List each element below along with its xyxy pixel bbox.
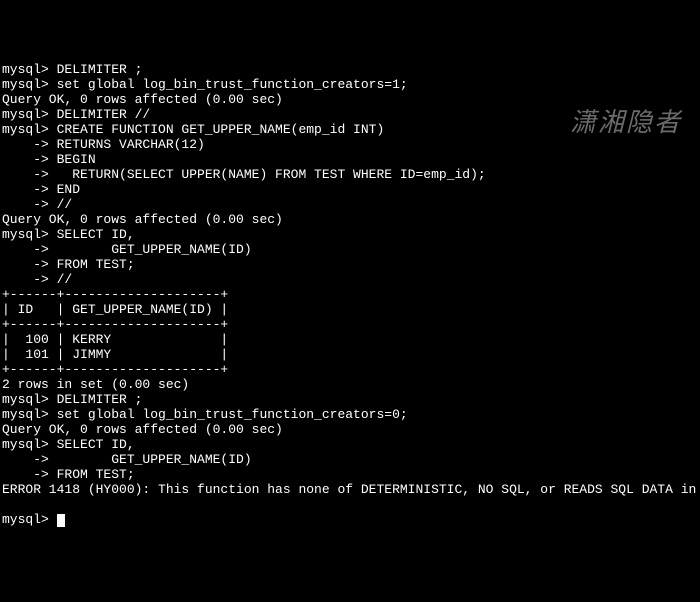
cursor xyxy=(57,514,65,527)
terminal-line: -> FROM TEST; xyxy=(2,257,700,272)
terminal-line: -> RETURNS VARCHAR(12) xyxy=(2,137,700,152)
terminal-line: -> GET_UPPER_NAME(ID) xyxy=(2,242,700,257)
terminal-line: -> // xyxy=(2,197,700,212)
prompt-line[interactable]: mysql> xyxy=(2,512,65,527)
terminal-line: -> RETURN(SELECT UPPER(NAME) FROM TEST W… xyxy=(2,167,700,182)
terminal-line: mysql> DELIMITER ; xyxy=(2,62,700,77)
terminal-line: +------+--------------------+ xyxy=(2,362,700,377)
terminal-line: | 100 | KERRY | xyxy=(2,332,700,347)
terminal-line: | 101 | JIMMY | xyxy=(2,347,700,362)
terminal-line: +------+--------------------+ xyxy=(2,287,700,302)
terminal-line: | ID | GET_UPPER_NAME(ID) | xyxy=(2,302,700,317)
terminal-line: -> FROM TEST; xyxy=(2,467,700,482)
terminal-line: mysql> SELECT ID, xyxy=(2,227,700,242)
terminal-line: -> GET_UPPER_NAME(ID) xyxy=(2,452,700,467)
terminal-output: mysql> DELIMITER ;mysql> set global log_… xyxy=(2,62,700,497)
terminal-line: Query OK, 0 rows affected (0.00 sec) xyxy=(2,422,700,437)
prompt-text: mysql> xyxy=(2,512,57,527)
terminal-line: Query OK, 0 rows affected (0.00 sec) xyxy=(2,212,700,227)
terminal-line: mysql> set global log_bin_trust_function… xyxy=(2,77,700,92)
terminal-line: mysql> SELECT ID, xyxy=(2,437,700,452)
terminal-line: -> END xyxy=(2,182,700,197)
terminal-line: +------+--------------------+ xyxy=(2,317,700,332)
terminal-line: Query OK, 0 rows affected (0.00 sec) xyxy=(2,92,700,107)
terminal-line: mysql> DELIMITER // xyxy=(2,107,700,122)
terminal-line: 2 rows in set (0.00 sec) xyxy=(2,377,700,392)
terminal-line: ERROR 1418 (HY000): This function has no… xyxy=(2,482,700,497)
terminal-line: mysql> set global log_bin_trust_function… xyxy=(2,407,700,422)
terminal-line: -> // xyxy=(2,272,700,287)
terminal-line: mysql> CREATE FUNCTION GET_UPPER_NAME(em… xyxy=(2,122,700,137)
terminal-line: -> BEGIN xyxy=(2,152,700,167)
terminal-line: mysql> DELIMITER ; xyxy=(2,392,700,407)
